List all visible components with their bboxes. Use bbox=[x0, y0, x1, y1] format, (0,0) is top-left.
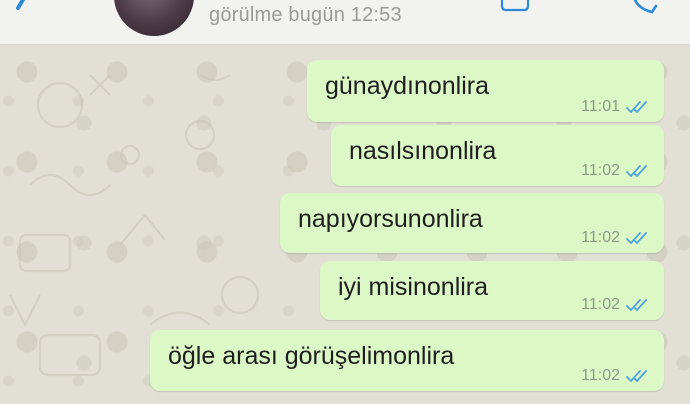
double-check-icon bbox=[626, 370, 647, 383]
chat-area: günaydınonlira 11:01 nasılsınonlira 11:0… bbox=[0, 45, 690, 404]
message-text: öğle arası görüşelimonlira bbox=[168, 342, 455, 370]
message-text: nasılsınonlira bbox=[349, 137, 497, 165]
message-text: iyi misinonlira bbox=[338, 273, 489, 301]
message-time: 11:01 bbox=[581, 98, 620, 115]
message-time: 11:02 bbox=[581, 367, 620, 384]
last-seen-status: görülme bugün 12:53 bbox=[209, 4, 402, 26]
message-bubble[interactable]: günaydınonlira 11:01 bbox=[307, 60, 664, 122]
message-time: 11:02 bbox=[581, 296, 620, 313]
contact-avatar[interactable] bbox=[114, 0, 194, 36]
double-check-icon bbox=[626, 232, 647, 245]
phone-call-icon[interactable] bbox=[630, 0, 660, 18]
video-call-icon[interactable] bbox=[500, 0, 536, 12]
message-bubble[interactable]: öğle arası görüşelimonlira 11:02 bbox=[150, 330, 664, 391]
message-bubble[interactable]: napıyorsunonlira 11:02 bbox=[280, 193, 664, 253]
message-text: günaydınonlira bbox=[325, 72, 490, 100]
back-chevron-icon[interactable] bbox=[4, 0, 44, 20]
message-time: 11:02 bbox=[581, 162, 620, 179]
message-bubble[interactable]: iyi misinonlira 11:02 bbox=[320, 261, 664, 320]
message-time: 11:02 bbox=[581, 229, 620, 246]
message-text: napıyorsunonlira bbox=[298, 205, 483, 233]
double-check-icon bbox=[626, 165, 647, 178]
chat-header: görülme bugün 12:53 bbox=[0, 0, 690, 45]
message-bubble[interactable]: nasılsınonlira 11:02 bbox=[331, 125, 664, 186]
double-check-icon bbox=[626, 299, 647, 312]
double-check-icon bbox=[626, 101, 647, 114]
